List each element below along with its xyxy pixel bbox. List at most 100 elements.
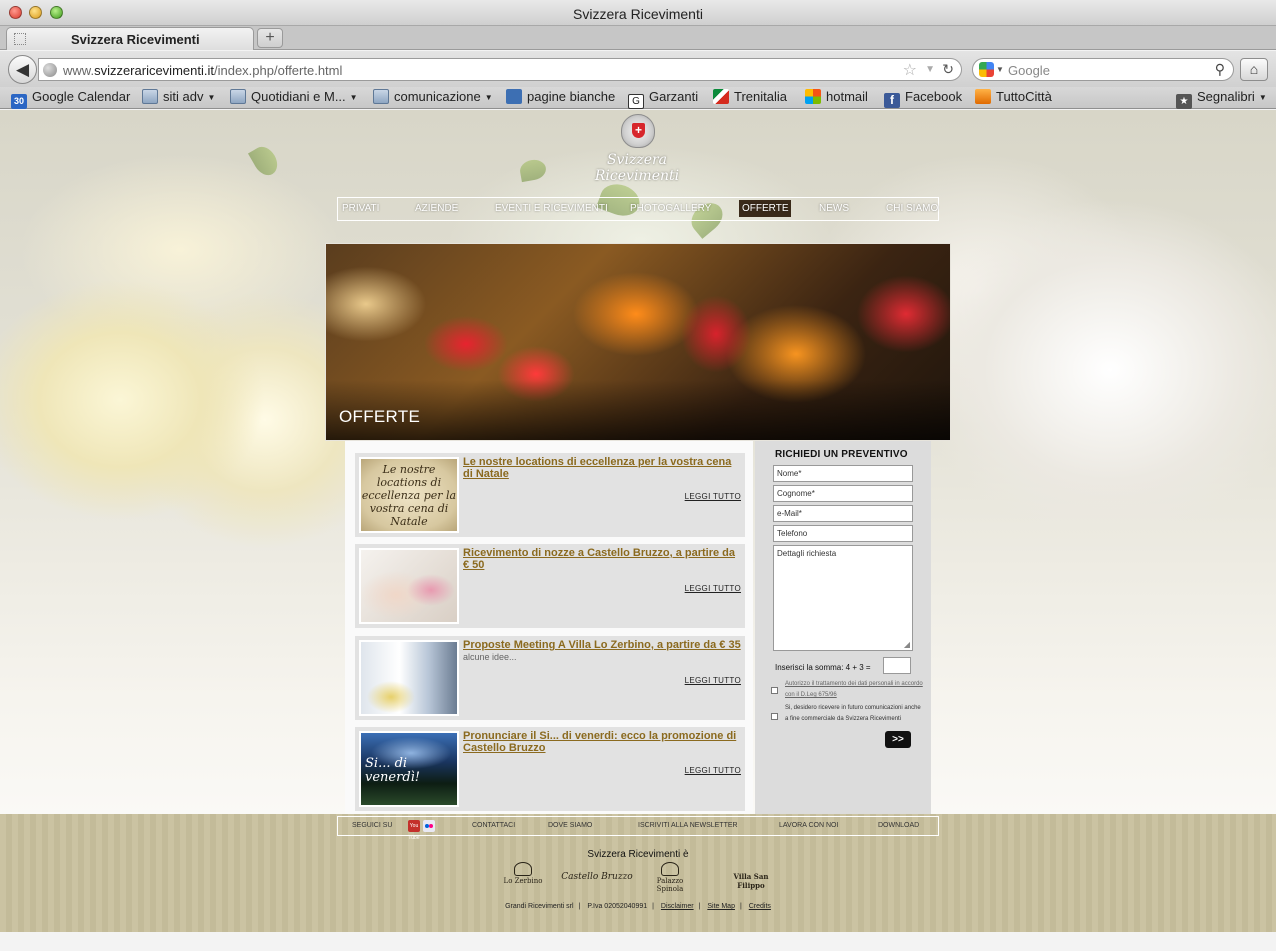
bookmark-folder-siti-adv[interactable]: siti adv ▼ [142,89,215,104]
bookmark-trenitalia[interactable]: Trenitalia [713,89,787,104]
site-map-link[interactable]: Site Map [707,903,735,910]
brand-palazzo-spinola-logo[interactable]: Palazzo Spinola [650,862,690,894]
hero-banner: OFFERTE [325,243,951,441]
search-icon[interactable]: ⚲ [1215,61,1225,78]
submit-button[interactable]: >> [885,731,911,748]
list-item: Ricevimento di nozze a Castello Bruzzo, … [355,544,745,628]
brand-castello-bruzzo-logo[interactable]: Castello Bruzzo [556,862,638,894]
surname-field[interactable]: Cognome* [773,485,913,502]
offer-title-link[interactable]: Ricevimento di nozze a Castello Bruzzo, … [463,547,741,571]
offers-list: Le nostre locations di eccellenza per la… [345,441,753,814]
phone-field[interactable]: Telefono [773,525,913,542]
url-text[interactable]: www.svizzeraricevimenti.it/index.php/off… [63,63,342,78]
vat-number: P.Iva 02052040991 [587,903,648,910]
bookmark-pagine-bianche[interactable]: pagine bianche [506,89,615,104]
site-logo[interactable]: + Svizzera Ricevimenti [572,112,702,184]
nav-aziende[interactable]: AZIENDE [415,203,458,214]
list-item: Si... di venerdì! Pronunciare il Si... d… [355,727,745,811]
site-footer: SEGUICI SU You Tube CONTATTACI DOVE SIAM… [0,814,1276,951]
read-more-link[interactable]: LEGGI TUTTO [685,766,741,775]
search-input[interactable]: Google [1008,63,1050,78]
nav-offerte[interactable]: OFFERTE [739,200,792,217]
search-bar[interactable]: ▼ Google ⚲ [972,58,1234,81]
captcha-label: Inserisci la somma: 4 + 3 = [775,663,871,672]
offer-thumbnail[interactable]: Si... di venerdì! [359,731,459,807]
swiss-crest-icon: + [621,114,655,148]
name-field[interactable]: Nome* [773,465,913,482]
offer-title-link[interactable]: Le nostre locations di eccellenza per la… [463,456,741,480]
nav-news[interactable]: NEWS [819,203,849,214]
captcha-input[interactable] [883,657,911,674]
chevron-down-icon: ▼ [349,93,358,102]
page-bottom [0,932,1276,951]
bookmarks-menu[interactable]: ★ Segnalibri ▼ [1176,89,1267,109]
footer-link-dove-siamo[interactable]: DOVE SIAMO [548,822,592,829]
youtube-icon[interactable]: You Tube [408,820,420,841]
bookmark-star-icon[interactable]: ☆ [903,60,917,80]
calendar-icon: 30 [11,94,27,109]
main-navigation: PRIVATI AZIENDE EVENTI E RICEVIMENTI PHO… [337,197,939,221]
home-button[interactable]: ⌂ [1240,58,1268,81]
background-leaf [247,142,283,180]
privacy-label[interactable]: Autorizzo il trattamento dei dati person… [785,679,925,701]
google-engine-icon[interactable] [979,62,994,77]
bookmark-hotmail[interactable]: hotmail [805,89,868,104]
site-identity-icon[interactable] [43,63,57,77]
back-button[interactable]: ◀ [8,55,37,84]
history-dropdown-icon[interactable]: ▼ [925,64,935,75]
brand-lo-zerbino-logo[interactable]: Lo Zerbino [503,862,543,894]
company-name: Grandi Ricevimenti srl [505,903,574,910]
resize-grip-icon[interactable]: ◢ [904,640,910,649]
bookmarks-toolbar: 30 Google Calendar siti adv ▼ Quotidiani e… [0,87,1276,109]
chevron-down-icon: ▼ [207,93,216,102]
brand-villa-san-filippo-logo[interactable]: Villa San Filippo [720,862,782,894]
nav-photogallery[interactable]: PHOTOGALLERY [630,203,711,214]
trenitalia-icon [713,89,729,104]
nav-privati[interactable]: PRIVATI [342,203,379,214]
brand-crest-icon [514,862,532,876]
disclaimer-link[interactable]: Disclaimer [661,903,694,910]
tab-svizzera-ricevimenti[interactable]: Svizzera Ricevimenti [6,27,254,50]
read-more-link[interactable]: LEGGI TUTTO [685,676,741,685]
footer-link-newsletter[interactable]: ISCRIVITI ALLA NEWSLETTER [638,822,738,829]
footer-link-download[interactable]: DOWNLOAD [878,822,919,829]
offer-thumbnail[interactable]: Le nostre locations di eccellenza per la… [359,457,459,533]
offer-title-link[interactable]: Pronunciare il Si... di venerdi: ecco la… [463,730,741,754]
offer-title-link[interactable]: Proposte Meeting A Villa Lo Zerbino, a p… [463,639,741,651]
bookmark-garzanti[interactable]: G Garzanti [628,89,698,109]
navigation-toolbar: ◀ www.svizzeraricevimenti.it/index.php/o… [0,51,1276,87]
address-bar[interactable]: www.svizzeraricevimenti.it/index.php/off… [38,58,962,81]
reload-icon[interactable]: ↻ [942,61,954,78]
pagine-bianche-icon [506,89,522,104]
footer-navigation: SEGUICI SU You Tube CONTATTACI DOVE SIAM… [337,816,939,841]
tab-label: Svizzera Ricevimenti [71,32,200,47]
read-more-link[interactable]: LEGGI TUTTO [685,584,741,593]
facebook-icon: f [884,93,900,108]
nav-eventi-e-ricevimenti[interactable]: EVENTI E RICEVIMENTI [495,203,608,214]
nav-chi-siamo[interactable]: CHI SIAMO [886,203,938,214]
bookmark-folder-quotidiani[interactable]: Quotidiani e M... ▼ [230,89,358,104]
credits-link[interactable]: Credits [749,903,771,910]
privacy-checkbox[interactable] [771,687,778,694]
bookmark-facebook[interactable]: f Facebook [884,89,962,108]
newsletter-checkbox[interactable] [771,713,778,720]
tuttocitta-icon [975,89,991,104]
bookmark-google-calendar[interactable]: 30 Google Calendar [11,89,130,109]
bookmark-tuttocitta[interactable]: TuttoCittà [975,89,1052,104]
new-tab-button[interactable]: + [257,28,283,48]
brands-heading: Svizzera Ricevimenti è [587,849,689,860]
brand-crest-icon [661,862,679,876]
offer-thumbnail[interactable] [359,548,459,624]
bookmarks-star-icon: ★ [1176,94,1192,109]
details-textarea[interactable]: Dettagli richiesta ◢ [773,545,913,651]
flickr-icon[interactable] [423,820,435,832]
read-more-link[interactable]: LEGGI TUTTO [685,492,741,501]
footer-link-contattaci[interactable]: CONTATTACI [472,822,515,829]
footer-link-lavora-con-noi[interactable]: LAVORA CON NOI [779,822,838,829]
favicon-icon [14,33,26,45]
offer-thumbnail[interactable] [359,640,459,716]
engine-dropdown-icon[interactable]: ▼ [996,65,1004,74]
list-item: Proposte Meeting A Villa Lo Zerbino, a p… [355,636,745,720]
email-field[interactable]: e-Mail* [773,505,913,522]
bookmark-folder-comunicazione[interactable]: comunicazione ▼ [373,89,493,104]
